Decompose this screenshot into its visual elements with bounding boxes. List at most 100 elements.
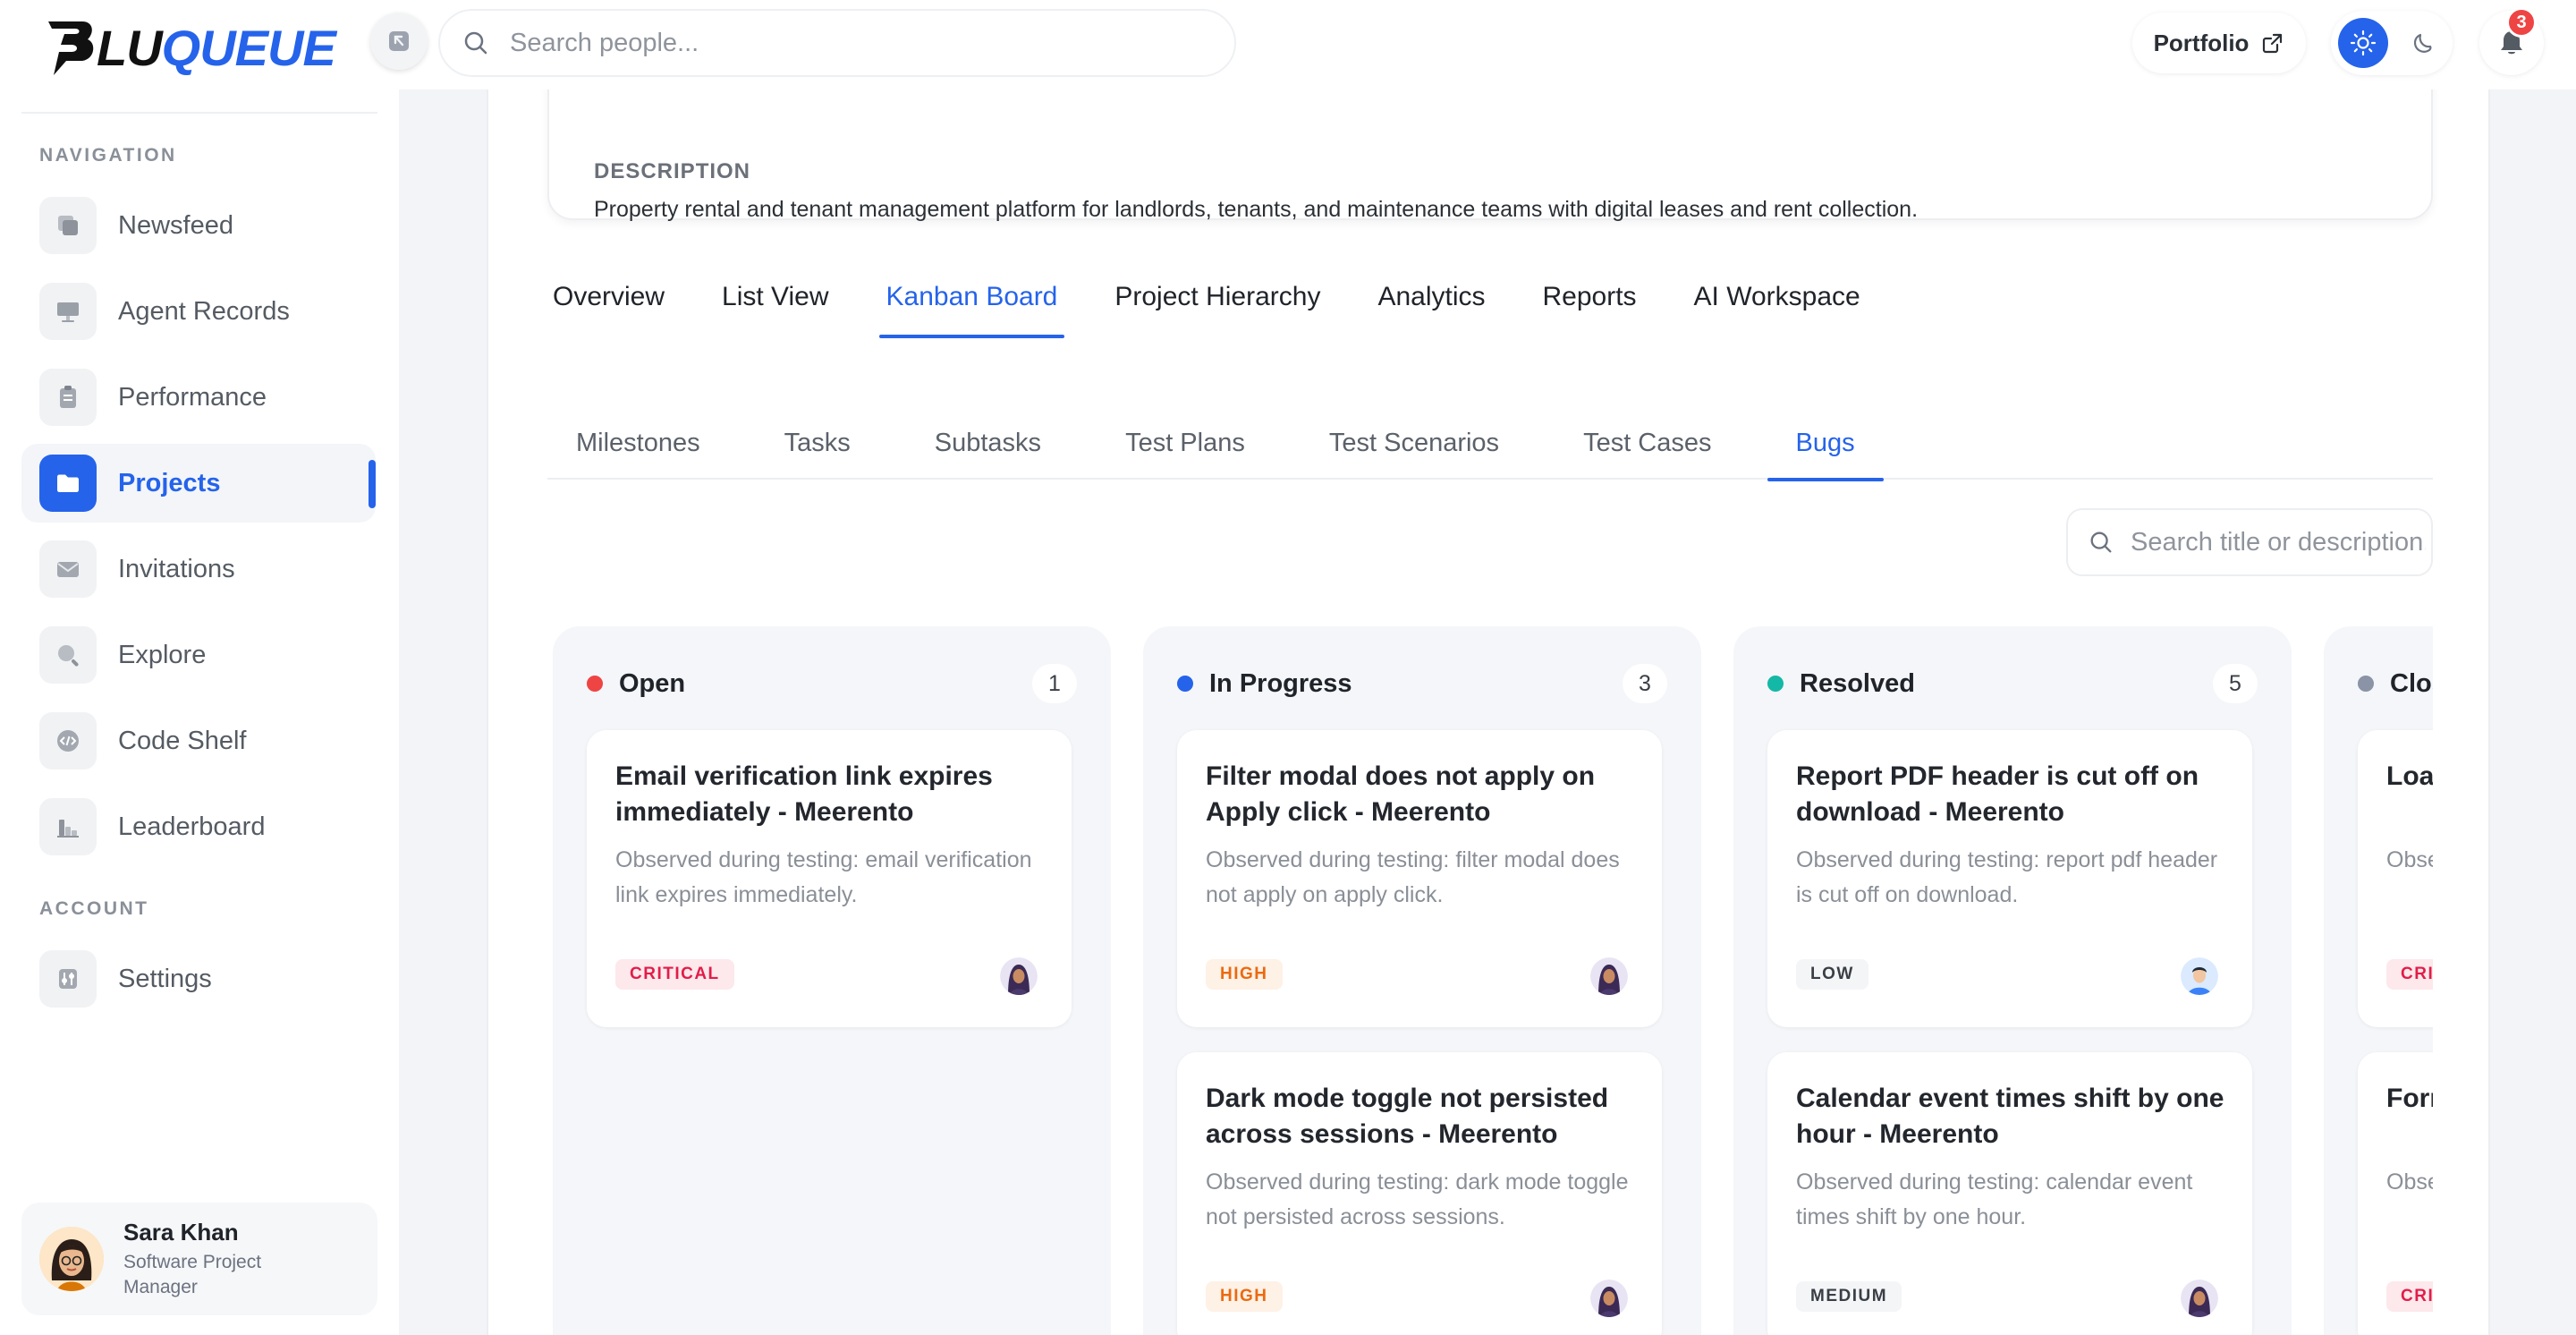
assignee-avatar[interactable]: [1590, 957, 1628, 995]
tab-kanban-board[interactable]: Kanban Board: [878, 268, 1065, 349]
severity-badge: CRITICAL: [2386, 959, 2433, 990]
sidebar-item-label: Invitations: [118, 554, 235, 583]
card-description: Observed during testing: email verificat…: [615, 847, 1032, 907]
sidebar-item-label: Agent Records: [118, 296, 290, 326]
collapse-sidebar-button[interactable]: [370, 13, 428, 70]
card-title: Form over: [2386, 1084, 2433, 1113]
portfolio-button[interactable]: Portfolio: [2132, 13, 2306, 73]
sidebar-item-label: Performance: [118, 382, 267, 412]
column-header: Open 1: [587, 664, 1077, 703]
column-title: Closed: [2390, 668, 2433, 698]
sidebar-item-label: Newsfeed: [118, 210, 233, 240]
subtab-tasks[interactable]: Tasks: [756, 412, 879, 480]
logo-mark-icon: [48, 21, 94, 75]
board-search-input[interactable]: [2131, 527, 2426, 557]
user-name: Sara Khan: [123, 1218, 239, 1246]
work-item-type-tabs: Milestones Tasks Subtasks Test Plans Tes…: [547, 412, 2433, 481]
sidebar-item-label: Leaderboard: [118, 812, 266, 841]
kanban-column-resolved: Resolved 5 Report PDF header is cut off …: [1733, 626, 2292, 1335]
tab-analytics[interactable]: Analytics: [1370, 268, 1492, 349]
sidebar-item-leaderboard[interactable]: Leaderboard: [21, 787, 376, 866]
sidebar-divider: [21, 112, 377, 114]
account-section-label: ACCOUNT: [39, 898, 149, 919]
card-title: Calendar event times shift by one hour -…: [1796, 1084, 2224, 1149]
brand-name: LUQUEUE: [97, 20, 336, 76]
subtab-bugs[interactable]: Bugs: [1767, 412, 1884, 481]
tab-list-view[interactable]: List View: [715, 268, 836, 349]
monitor-icon: [39, 283, 97, 340]
tab-project-hierarchy[interactable]: Project Hierarchy: [1107, 268, 1327, 349]
light-mode-button[interactable]: [2338, 18, 2388, 68]
sidebar-item-explore[interactable]: Explore: [21, 616, 376, 694]
board-search-bar[interactable]: [2066, 508, 2433, 576]
status-dot: [2358, 676, 2374, 692]
column-title: Open: [619, 668, 686, 698]
search-icon: [464, 31, 487, 55]
card-description: Observed before: [2386, 847, 2433, 872]
bug-card[interactable]: Calendar event times shift by one hour -…: [1767, 1052, 2252, 1335]
bug-card[interactable]: Email verification link expires immediat…: [587, 730, 1072, 1027]
sidebar-item-code-shelf[interactable]: Code Shelf: [21, 702, 376, 780]
card-description: Observed during testing: filter modal do…: [1206, 847, 1620, 907]
global-search-bar[interactable]: [438, 9, 1236, 77]
sidebar-item-performance[interactable]: Performance: [21, 358, 376, 437]
project-detail-panel: DESCRIPTION Property rental and tenant m…: [487, 89, 2490, 1335]
column-count: 3: [1623, 664, 1667, 703]
status-dot: [1767, 676, 1784, 692]
column-title: Resolved: [1800, 668, 1915, 698]
subtab-subtasks[interactable]: Subtasks: [906, 412, 1070, 480]
sidebar-item-projects[interactable]: Projects: [21, 444, 376, 523]
column-header: Resolved 5: [1767, 664, 2258, 703]
kanban-column-closed: Closed Loading state Observed before CRI…: [2324, 626, 2433, 1335]
nav-section-label: NAVIGATION: [39, 145, 177, 166]
subtab-test-cases[interactable]: Test Cases: [1555, 412, 1740, 480]
theme-toggle[interactable]: [2331, 11, 2453, 75]
sidebar-item-agent-records[interactable]: Agent Records: [21, 272, 376, 351]
sidebar-item-newsfeed[interactable]: Newsfeed: [21, 186, 376, 265]
assignee-avatar[interactable]: [2181, 1280, 2218, 1317]
project-view-tabs: Overview List View Kanban Board Project …: [546, 268, 1911, 349]
assignee-avatar[interactable]: [1590, 1280, 1628, 1317]
sidebar-item-invitations[interactable]: Invitations: [21, 530, 376, 608]
user-profile-card[interactable]: Sara Khan Software Project Manager: [21, 1203, 377, 1315]
search-people-input[interactable]: [510, 28, 1190, 58]
tab-reports[interactable]: Reports: [1536, 268, 1644, 349]
bug-card[interactable]: Form over Observed valid CRITICAL: [2358, 1052, 2433, 1335]
brand-logo[interactable]: LUQUEUE: [47, 20, 336, 77]
assignee-avatar[interactable]: [2181, 957, 2218, 995]
bug-card[interactable]: Filter modal does not apply on Apply cli…: [1177, 730, 1662, 1027]
moon-icon: [2413, 33, 2432, 53]
bug-card[interactable]: Loading state Observed before CRITICAL: [2358, 730, 2433, 1027]
column-count: 1: [1032, 664, 1077, 703]
search-icon: [2090, 531, 2112, 553]
card-title: Filter modal does not apply on Apply cli…: [1206, 761, 1596, 827]
search-icon: [39, 626, 97, 684]
bug-card[interactable]: Dark mode toggle not persisted across se…: [1177, 1052, 1662, 1335]
card-title: Loading state: [2386, 761, 2433, 791]
card-description: Observed during testing: report pdf head…: [1796, 847, 2218, 907]
sidebar-item-label: Explore: [118, 640, 207, 669]
subtab-test-plans[interactable]: Test Plans: [1097, 412, 1274, 480]
subtab-milestones[interactable]: Milestones: [547, 412, 729, 480]
dark-mode-button[interactable]: [2399, 18, 2449, 68]
card-description: Observed valid: [2386, 1169, 2433, 1195]
collapse-icon: [389, 31, 409, 51]
bug-card[interactable]: Report PDF header is cut off on download…: [1767, 730, 2252, 1027]
external-link-icon: [2263, 33, 2283, 54]
card-description: Observed during testing: calendar event …: [1796, 1169, 2193, 1229]
severity-badge: CRITICAL: [615, 959, 734, 990]
subtab-test-scenarios[interactable]: Test Scenarios: [1301, 412, 1528, 480]
sidebar-item-label: Projects: [118, 468, 221, 497]
code-icon: [39, 712, 97, 770]
tab-overview[interactable]: Overview: [546, 268, 672, 349]
card-title: Email verification link expires immediat…: [615, 761, 993, 827]
tab-ai-workspace[interactable]: AI Workspace: [1687, 268, 1868, 349]
card-description: Observed during testing: dark mode toggl…: [1206, 1169, 1629, 1229]
column-header: In Progress 3: [1177, 664, 1667, 703]
sidebar-item-settings[interactable]: Settings: [21, 940, 376, 1018]
sidebar: LUQUEUE NAVIGATION Newsfeed Agent Record…: [0, 0, 399, 1335]
column-header: Closed: [2358, 664, 2433, 703]
sliders-icon: [39, 950, 97, 1008]
project-description-card: DESCRIPTION Property rental and tenant m…: [547, 89, 2433, 222]
assignee-avatar[interactable]: [1000, 957, 1038, 995]
